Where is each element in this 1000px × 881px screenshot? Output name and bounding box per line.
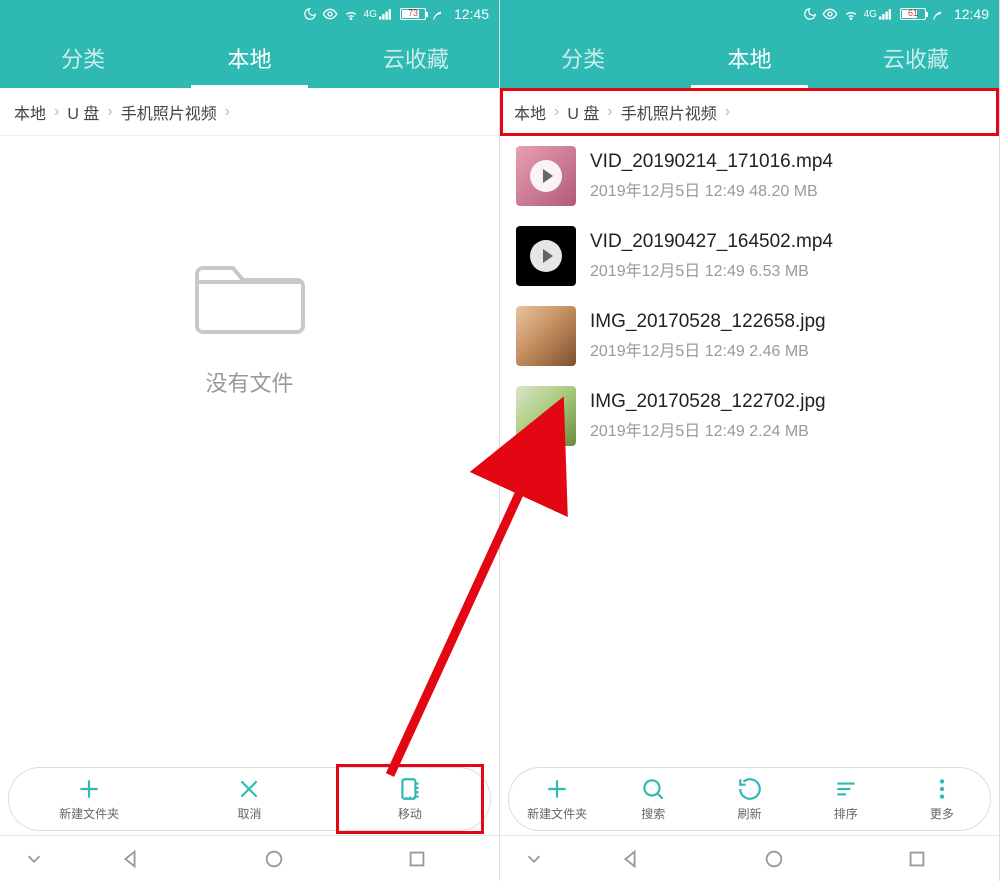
- file-meta: 2019年12月5日 12:49 2.46 MB: [590, 337, 826, 361]
- file-name: IMG_20170528_122702.jpg: [590, 391, 826, 413]
- network-label: 4G: [864, 8, 895, 20]
- crumb-usb[interactable]: U 盘: [567, 100, 599, 124]
- new-folder-button[interactable]: 新建文件夹: [509, 768, 605, 830]
- status-time: 12:49: [954, 6, 989, 22]
- chevron-right-icon: ›: [725, 103, 730, 121]
- crumb-usb[interactable]: U 盘: [67, 100, 99, 124]
- top-tabs: 分类 本地 云收藏: [500, 28, 999, 88]
- more-button[interactable]: 更多: [894, 768, 990, 830]
- network-label: 4G: [364, 8, 395, 20]
- crumb-folder[interactable]: 手机照片视频: [621, 100, 717, 124]
- tab-local[interactable]: 本地: [666, 28, 832, 88]
- file-name: VID_20190427_164502.mp4: [590, 231, 833, 253]
- breadcrumb[interactable]: 本地 › U 盘 › 手机照片视频 ›: [0, 88, 499, 136]
- chevron-right-icon: ›: [107, 103, 112, 121]
- tab-cloud[interactable]: 云收藏: [333, 28, 499, 88]
- battery-icon: 61: [900, 8, 926, 20]
- status-time: 12:45: [454, 6, 489, 22]
- wifi-icon: [343, 6, 359, 22]
- crumb-root[interactable]: 本地: [514, 100, 546, 124]
- refresh-button[interactable]: 刷新: [701, 768, 797, 830]
- file-row[interactable]: IMG_20170528_122658.jpg 2019年12月5日 12:49…: [500, 296, 999, 376]
- eye-icon: [822, 6, 838, 22]
- file-meta: 2019年12月5日 12:49 6.53 MB: [590, 257, 833, 281]
- crumb-root[interactable]: 本地: [14, 100, 46, 124]
- nav-home-button[interactable]: [702, 848, 846, 870]
- chevron-right-icon: ›: [554, 103, 559, 121]
- leaf-icon: [431, 7, 445, 21]
- empty-text: 没有文件: [205, 366, 293, 398]
- file-thumbnail: [516, 386, 576, 446]
- bottom-toolbar: 新建文件夹 搜索 刷新 排序 更多: [500, 759, 999, 835]
- play-icon: [530, 160, 562, 192]
- file-name: VID_20190214_171016.mp4: [590, 151, 833, 173]
- right-screen: 4G 61 12:49 分类 本地 云收藏 本地 › U 盘 › 手机照片视频 …: [500, 0, 1000, 881]
- empty-state: 没有文件: [0, 246, 499, 398]
- moon-icon: [303, 7, 317, 21]
- file-meta: 2019年12月5日 12:49 2.24 MB: [590, 417, 826, 441]
- nav-back-button[interactable]: [558, 848, 702, 870]
- nav-recent-button[interactable]: [345, 848, 489, 870]
- status-bar: 4G 73 12:45: [0, 0, 499, 28]
- moon-icon: [803, 7, 817, 21]
- left-screen: 4G 73 12:45 分类 本地 云收藏 本地 › U 盘 › 手机照片视频 …: [0, 0, 500, 881]
- file-thumbnail: [516, 146, 576, 206]
- tab-local[interactable]: 本地: [166, 28, 332, 88]
- crumb-folder[interactable]: 手机照片视频: [121, 100, 217, 124]
- tab-category[interactable]: 分类: [0, 28, 166, 88]
- nav-collapse-button[interactable]: [510, 848, 558, 870]
- file-row[interactable]: VID_20190427_164502.mp4 2019年12月5日 12:49…: [500, 216, 999, 296]
- move-button[interactable]: 移动: [330, 768, 490, 830]
- breadcrumb[interactable]: 本地 › U 盘 › 手机照片视频 ›: [500, 88, 999, 136]
- wifi-icon: [843, 6, 859, 22]
- file-name: IMG_20170528_122658.jpg: [590, 311, 826, 333]
- top-tabs: 分类 本地 云收藏: [0, 28, 499, 88]
- file-thumbnail: [516, 226, 576, 286]
- search-button[interactable]: 搜索: [605, 768, 701, 830]
- bottom-toolbar: 新建文件夹 取消 移动: [0, 759, 499, 835]
- file-meta: 2019年12月5日 12:49 48.20 MB: [590, 177, 833, 201]
- status-bar: 4G 61 12:49: [500, 0, 999, 28]
- chevron-right-icon: ›: [225, 103, 230, 121]
- tab-category[interactable]: 分类: [500, 28, 666, 88]
- leaf-icon: [931, 7, 945, 21]
- eye-icon: [322, 6, 338, 22]
- cancel-button[interactable]: 取消: [169, 768, 329, 830]
- file-row[interactable]: IMG_20170528_122702.jpg 2019年12月5日 12:49…: [500, 376, 999, 456]
- tab-cloud[interactable]: 云收藏: [833, 28, 999, 88]
- file-list: VID_20190214_171016.mp4 2019年12月5日 12:49…: [500, 136, 999, 456]
- new-folder-button[interactable]: 新建文件夹: [9, 768, 169, 830]
- play-icon: [530, 240, 562, 272]
- chevron-right-icon: ›: [54, 103, 59, 121]
- nav-recent-button[interactable]: [845, 848, 989, 870]
- nav-home-button[interactable]: [202, 848, 346, 870]
- system-nav: [0, 835, 499, 881]
- main-content: VID_20190214_171016.mp4 2019年12月5日 12:49…: [500, 136, 999, 759]
- file-thumbnail: [516, 306, 576, 366]
- chevron-right-icon: ›: [607, 103, 612, 121]
- main-content: 没有文件: [0, 136, 499, 759]
- nav-back-button[interactable]: [58, 848, 202, 870]
- battery-icon: 73: [400, 8, 426, 20]
- folder-icon: [195, 246, 305, 341]
- file-row[interactable]: VID_20190214_171016.mp4 2019年12月5日 12:49…: [500, 136, 999, 216]
- system-nav: [500, 835, 999, 881]
- sort-button[interactable]: 排序: [798, 768, 894, 830]
- nav-collapse-button[interactable]: [10, 848, 58, 870]
